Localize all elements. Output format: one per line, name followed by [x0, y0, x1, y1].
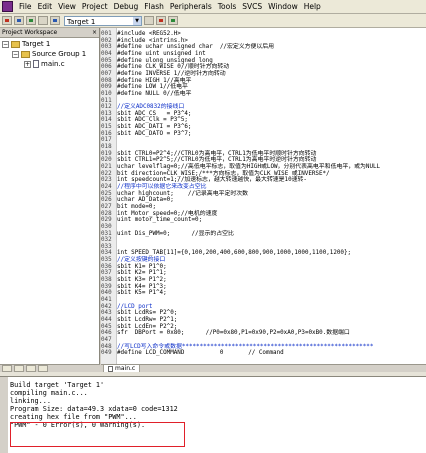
- close-icon[interactable]: ×: [92, 28, 97, 37]
- code-line[interactable]: 049 #define LCD_COMMAND 0 // Command: [101, 349, 284, 357]
- workspace-title: Project Workspace: [2, 29, 58, 36]
- tree-item-target[interactable]: − Target 1: [2, 40, 50, 48]
- collapse-icon[interactable]: −: [12, 50, 19, 58]
- code-text: #define LCD_COMMAND 0 // Command: [117, 350, 284, 357]
- file-icon: [108, 365, 113, 372]
- tree-item-source-group[interactable]: − Source Group 1: [12, 50, 86, 58]
- output-line: Program Size: data=49.3 xdata=0 code=131…: [10, 405, 178, 413]
- project-workspace: Project Workspace × − Target 1 − Source …: [0, 28, 100, 372]
- menu-view[interactable]: View: [55, 2, 79, 11]
- target-select[interactable]: Target 1 ▼: [64, 15, 142, 26]
- tree-item-main-c-label: main.c: [41, 60, 65, 68]
- code-text: sbit K5= P1^4;: [117, 290, 167, 297]
- tree-item-source-group-label: Source Group 1: [32, 50, 87, 58]
- rebuild-icon[interactable]: [26, 16, 36, 25]
- menu-file[interactable]: File: [16, 2, 35, 11]
- menu-bar: File Edit View Project Debug Flash Perip…: [0, 0, 426, 14]
- output-line: Build target 'Target 1': [10, 381, 105, 389]
- output-line: linking...: [10, 397, 51, 405]
- menu-tools[interactable]: Tools: [215, 2, 239, 11]
- menu-svcs[interactable]: SVCS: [239, 2, 265, 11]
- line-number: 049: [101, 350, 112, 357]
- tree-item-main-c[interactable]: + main.c: [24, 60, 65, 68]
- menu-window[interactable]: Window: [265, 2, 301, 11]
- app-icon: [2, 1, 13, 12]
- code-text: sfr DBPort = 0x80; //P0=0x80,P1=0x90,P2=…: [117, 330, 350, 337]
- collapse-icon[interactable]: −: [2, 40, 9, 48]
- output-line: creating hex file from "PWM"...: [10, 413, 137, 421]
- tab-books[interactable]: [14, 365, 24, 372]
- output-gutter: [0, 377, 8, 453]
- target-options-icon[interactable]: [144, 16, 154, 25]
- menu-help[interactable]: Help: [301, 2, 324, 11]
- output-line: compiling main.c...: [10, 389, 88, 397]
- code-text: #define NULL 0//低电平: [117, 90, 192, 97]
- code-text: uint Dis_PWM=0; //显示的占空比: [117, 230, 234, 237]
- file-extensions-icon[interactable]: [168, 16, 178, 25]
- stop-build-icon[interactable]: [38, 16, 48, 25]
- menu-peripherals[interactable]: Peripherals: [167, 2, 215, 11]
- tab-files[interactable]: [2, 365, 12, 372]
- target-icon: [11, 40, 20, 48]
- tab-functions[interactable]: [26, 365, 36, 372]
- expand-icon[interactable]: +: [24, 60, 31, 68]
- code-line[interactable]: 031 uint Dis_PWM=0; //显示的占空比: [101, 230, 234, 238]
- download-icon[interactable]: [50, 16, 60, 25]
- code-text: sbit ADC_DATO = P3^7;: [117, 130, 192, 137]
- toolbar: Target 1 ▼: [0, 14, 426, 28]
- highlight-annotation-box: [10, 422, 185, 447]
- translate-icon[interactable]: [2, 16, 12, 25]
- build-output-window: Build target 'Target 1' compiling main.c…: [0, 376, 426, 453]
- chevron-down-icon[interactable]: ▼: [133, 16, 141, 25]
- code-text: uint motor_time_count=0;: [117, 217, 203, 224]
- manage-components-icon[interactable]: [156, 16, 166, 25]
- code-line[interactable]: 046 sfr DBPort = 0x80; //P0=0x80,P1=0x90,…: [101, 329, 350, 337]
- tab-templates[interactable]: [38, 365, 48, 372]
- code-editor[interactable]: 001 #include <REG52.H> 002 #include <intrin…: [101, 28, 426, 364]
- tree-item-target-label: Target 1: [22, 40, 51, 48]
- build-icon[interactable]: [14, 16, 24, 25]
- target-select-value: Target 1: [67, 17, 96, 26]
- workspace-title-bar: Project Workspace ×: [0, 28, 99, 38]
- menu-edit[interactable]: Edit: [35, 2, 56, 11]
- folder-icon: [21, 50, 30, 58]
- menu-flash[interactable]: Flash: [141, 2, 167, 11]
- file-icon: [33, 60, 39, 68]
- menu-project[interactable]: Project: [79, 2, 111, 11]
- menu-debug[interactable]: Debug: [111, 2, 142, 11]
